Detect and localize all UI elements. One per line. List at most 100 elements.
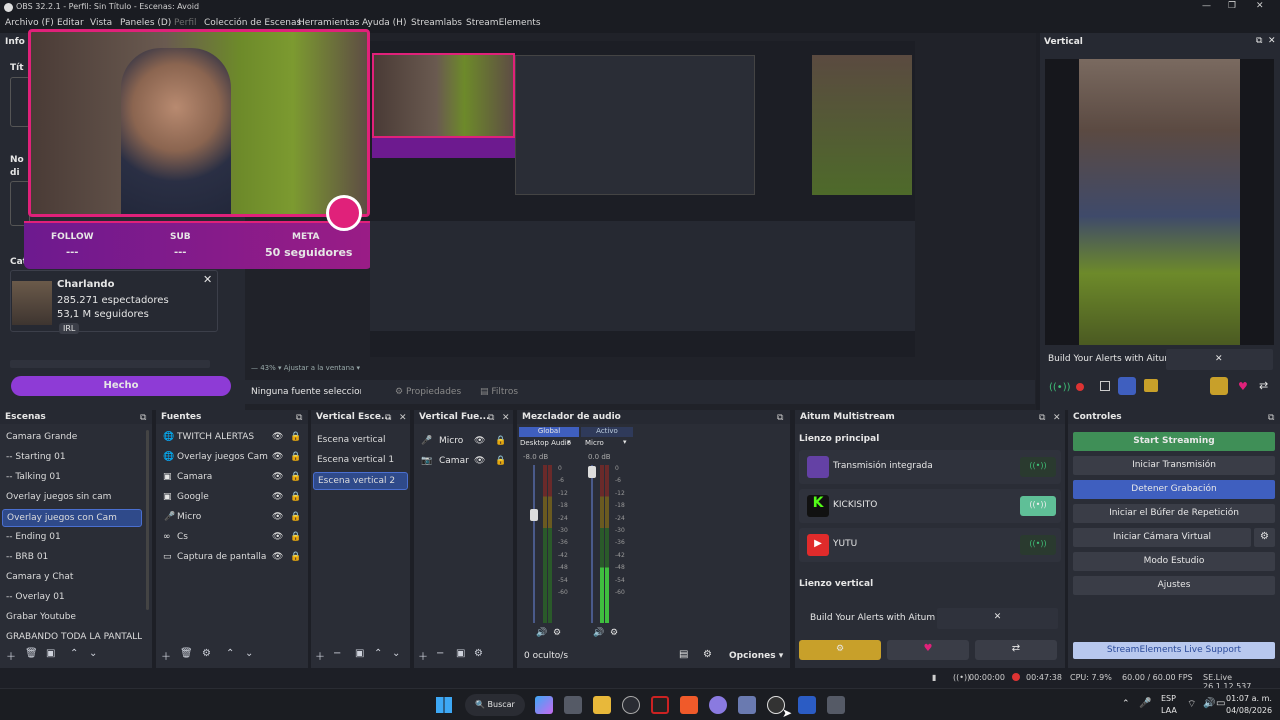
vertical-scenes-float-icon[interactable]: ⧉ [385,413,391,423]
properties-button[interactable]: ⚙ Propiedades [395,387,461,397]
menu-streamelements[interactable]: StreamElements [466,18,541,28]
vertical-scene-item[interactable]: Escena vertical 1 [313,452,408,470]
scene-down-icon[interactable]: ⌄ [89,648,97,659]
scene-item[interactable]: -- Ending 01 [2,529,142,547]
mixer-float-icon[interactable]: ⧉ [777,413,783,423]
mixer-channel-micro[interactable]: Micro [585,439,604,447]
remove-source-icon[interactable]: 🗑 [180,648,193,659]
desktop-slider-handle[interactable] [530,509,538,521]
vertical-stop-icon[interactable] [1100,381,1110,391]
scene-item-selected[interactable]: Overlay juegos con Cam [2,509,142,527]
close-icon[interactable]: ✕ [1256,1,1264,11]
lock-icon[interactable]: 🔒 [290,432,301,442]
start-transmission-button[interactable]: Iniciar Transmisión [1073,456,1275,475]
vertical-replay-icon[interactable] [1118,377,1136,395]
vertical-scene-item-selected[interactable]: Escena vertical 2 [313,472,408,490]
vertical-scenes-close-icon[interactable]: ✕ [399,413,407,423]
word-icon[interactable] [798,696,816,714]
desktop-slider-track[interactable] [533,465,535,623]
calculator-icon[interactable] [827,696,845,714]
notification-input[interactable] [10,181,30,226]
menu-vista[interactable]: Vista [90,18,112,28]
se-live-support-button[interactable]: StreamElements Live Support [1073,642,1275,659]
mixer-micro-dropdown-icon[interactable]: ▾ [623,438,627,446]
vertical-scene-up-icon[interactable]: ⌃ [374,648,382,659]
source-down-icon[interactable]: ⌄ [245,648,253,659]
menu-editar[interactable]: Editar [57,18,84,28]
tray-mic-icon[interactable]: 🎤 [1139,698,1151,709]
lock-icon[interactable]: 🔒 [290,472,301,482]
visibility-icon[interactable]: 👁 [474,456,485,466]
menu-paneles[interactable]: Paneles (D) [120,18,171,28]
output-toggle-button-active[interactable]: ((•)) [1020,496,1056,516]
discord-icon[interactable] [709,696,727,714]
category-remove-icon[interactable]: ✕ [203,273,212,286]
lock-icon[interactable]: 🔒 [495,456,506,466]
vertical-stream-icon[interactable]: ((•)) [1049,382,1071,393]
taskbar-search[interactable]: 🔍 Buscar [465,694,525,716]
vertical-record-icon[interactable] [1076,383,1084,391]
menu-ayuda[interactable]: Ayuda (H) [362,18,406,28]
menu-herramientas[interactable]: Herramientas [298,18,359,28]
desktop-audio-settings-icon[interactable]: ⚙ [553,628,561,638]
mixer-desktop-dropdown-icon[interactable]: ▾ [567,438,571,446]
add-vertical-scene-icon[interactable]: ＋ [315,648,325,663]
menu-streamlabs[interactable]: Streamlabs [411,18,462,28]
vertical-close-icon[interactable]: ✕ [1268,36,1276,46]
volume-icon[interactable]: 🔊 [1203,698,1215,709]
menu-archivo[interactable]: Archivo (F) [5,18,54,28]
vertical-float-icon[interactable]: ⧉ [1256,36,1262,46]
vertical-source-label[interactable]: Camar [439,456,469,466]
vertical-scene-item[interactable]: Escena vertical [313,432,408,450]
visibility-icon[interactable]: 👁 [272,452,283,462]
lock-icon[interactable]: 🔒 [290,512,301,522]
vertical-banner-close-icon[interactable]: ✕ [1215,354,1223,364]
source-settings-icon[interactable]: ⚙ [202,648,211,659]
micro-slider-track[interactable] [591,465,593,623]
vertical-source-filters-icon[interactable]: ▣ [456,648,465,659]
chatgpt-icon[interactable] [622,696,640,714]
start-streaming-button[interactable]: Start Streaming [1073,432,1275,451]
aitum-settings-button[interactable]: ⚙ [799,640,881,660]
output-toggle-button[interactable]: ((•)) [1020,535,1056,555]
aitum-share-button[interactable]: ⇄ [975,640,1057,660]
vertical-settings-icon[interactable] [1210,377,1228,395]
mixer-layout-icon[interactable]: ▤ [679,649,688,660]
visibility-icon[interactable]: 👁 [272,552,283,562]
add-source-icon[interactable]: ＋ [161,648,171,663]
visibility-icon[interactable]: 👁 [272,512,283,522]
scene-item[interactable]: -- Overlay 01 [2,589,142,607]
visibility-icon[interactable]: 👁 [272,472,283,482]
micro-mute-icon[interactable]: 🔊 [593,628,604,638]
title-input[interactable] [10,77,30,127]
scene-item[interactable]: Overlay juegos sin cam [2,489,142,507]
remove-scene-icon[interactable]: 🗑 [25,648,38,659]
vertical-sources-close-icon[interactable]: ✕ [502,413,510,423]
vertical-share-icon[interactable]: ⇄ [1259,379,1268,392]
menu-coleccion[interactable]: Colección de Escenas [204,18,301,28]
store-icon[interactable] [564,696,582,714]
maximize-icon[interactable]: ❐ [1228,1,1236,11]
scenes-scrollbar[interactable] [146,430,149,610]
filters-button[interactable]: ▤ Filtros [480,387,518,397]
scene-item[interactable]: -- BRB 01 [2,549,142,567]
scene-item[interactable]: Camara Grande [2,429,142,447]
vertical-scene-down-icon[interactable]: ⌄ [392,648,400,659]
output-toggle-button[interactable]: ((•)) [1020,457,1056,477]
sources-float-icon[interactable]: ⧉ [296,413,302,423]
add-vertical-source-icon[interactable]: ＋ [418,648,428,663]
virtual-camera-button[interactable]: Iniciar Cámara Virtual [1073,528,1251,547]
scene-filters-icon[interactable]: ▣ [46,648,55,659]
clock-time[interactable]: 01:07 a. m. [1226,694,1272,703]
brave-icon[interactable] [680,696,698,714]
scene-item[interactable]: -- Talking 01 [2,469,142,487]
virtual-camera-settings-icon[interactable]: ⚙ [1254,528,1275,547]
visibility-icon[interactable]: 👁 [474,436,485,446]
vertical-screenshot-icon[interactable] [1144,379,1158,392]
stop-recording-button[interactable]: Detener Grabación [1073,480,1275,499]
scene-item[interactable]: Camara y Chat [2,569,142,587]
desktop-mute-icon[interactable]: 🔊 [536,628,547,638]
studio-mode-button[interactable]: Modo Estudio [1073,552,1275,571]
scene-item[interactable]: GRABANDO TODA LA PANTALLA [2,629,142,647]
add-scene-icon[interactable]: ＋ [6,648,16,663]
